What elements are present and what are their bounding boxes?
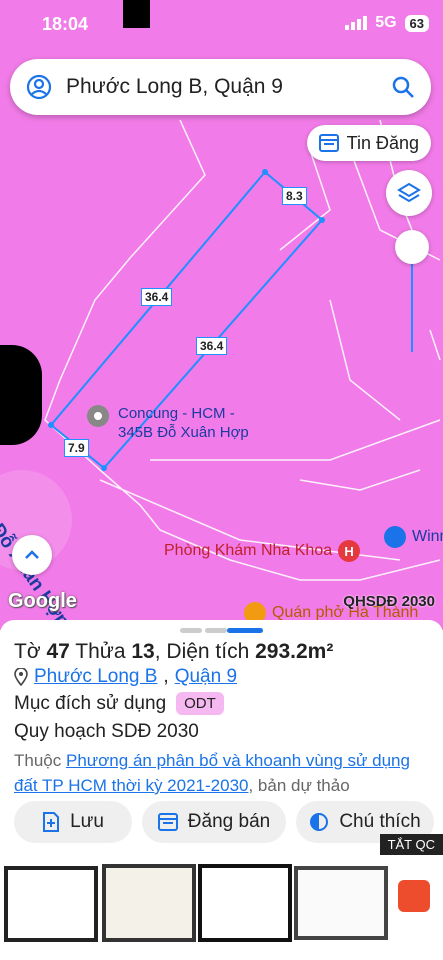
dimension-label: 36.4 (196, 337, 228, 355)
bookmark-add-icon (43, 812, 60, 832)
land-purpose: Mục đích sử dụng ODT (14, 692, 224, 715)
ad-product-image[interactable] (2, 860, 98, 948)
search-input[interactable]: Phước Long B, Quận 9 (66, 75, 391, 99)
close-ad-button[interactable]: TẮT QC (379, 834, 443, 855)
ad-product-image[interactable] (196, 860, 292, 948)
hospital-icon: H (338, 540, 361, 562)
district-link[interactable]: Quận 9 (175, 666, 237, 688)
legend-icon (310, 813, 329, 831)
save-button[interactable]: Lưu (14, 801, 132, 843)
search-icon[interactable] (391, 75, 415, 99)
google-logo: Google (8, 590, 77, 612)
poi-concung[interactable]: Concung - HCM - 345B Đỗ Xuân Hợp (86, 404, 268, 442)
parcel-location: Phước Long B, Quận 9 (14, 666, 237, 688)
list-for-sale-button[interactable]: Đăng bán (142, 801, 286, 843)
status-time: 18:04 (42, 14, 89, 34)
plan-source: Thuộc Phương án phân bổ và khoanh vùng s… (14, 751, 410, 795)
redaction-block (0, 345, 42, 445)
store-icon (384, 526, 406, 548)
dimension-label: 8.3 (282, 187, 307, 205)
search-bar[interactable]: Phước Long B, Quận 9 (10, 59, 431, 115)
parcel-summary: Tờ 47 Thửa 13, Diện tích 293.2m² (14, 640, 334, 663)
dimension-label: 36.4 (141, 288, 173, 306)
location-pin-icon (14, 668, 28, 686)
sheet-handle[interactable] (227, 628, 263, 633)
network-type: 5G (375, 14, 397, 31)
expand-button[interactable] (12, 535, 52, 575)
layers-icon (397, 182, 421, 203)
listing-icon (318, 134, 339, 152)
battery-icon: 63 (404, 14, 429, 32)
signal-icon (345, 16, 368, 30)
ad-product-image[interactable] (100, 860, 196, 948)
listing-icon (157, 813, 178, 831)
opacity-slider-handle[interactable] (395, 230, 429, 264)
purpose-badge[interactable]: ODT (176, 692, 224, 715)
poi-clinic[interactable]: Phòng Khám Nha Khoa H (164, 540, 361, 562)
redaction-block (123, 0, 150, 28)
place-icon (87, 405, 109, 427)
action-buttons: Lưu Đăng bán Chú thích (14, 801, 434, 843)
poi-win[interactable]: Winm (384, 526, 443, 548)
dimension-label: 7.9 (64, 439, 89, 457)
map-view[interactable]: 18:04 5G 63 Phước Long B, Quận 9 Tin Đăn… (0, 0, 443, 630)
layers-button[interactable] (386, 170, 432, 216)
chevron-up-icon (25, 550, 39, 559)
post-listing-chip[interactable]: Tin Đăng (306, 125, 431, 161)
ad-product-image[interactable] (292, 860, 388, 948)
ward-link[interactable]: Phước Long B (34, 666, 157, 688)
shopee-icon[interactable] (398, 880, 430, 912)
plan-title: Quy hoạch SDĐ 2030 (14, 721, 199, 742)
status-bar: 18:04 5G 63 (0, 0, 443, 52)
account-icon[interactable] (26, 74, 52, 100)
plan-link[interactable]: Phương án phân bổ và khoanh vùng sử dụng… (14, 751, 410, 795)
layer-name: QHSDĐ 2030 (343, 593, 435, 610)
